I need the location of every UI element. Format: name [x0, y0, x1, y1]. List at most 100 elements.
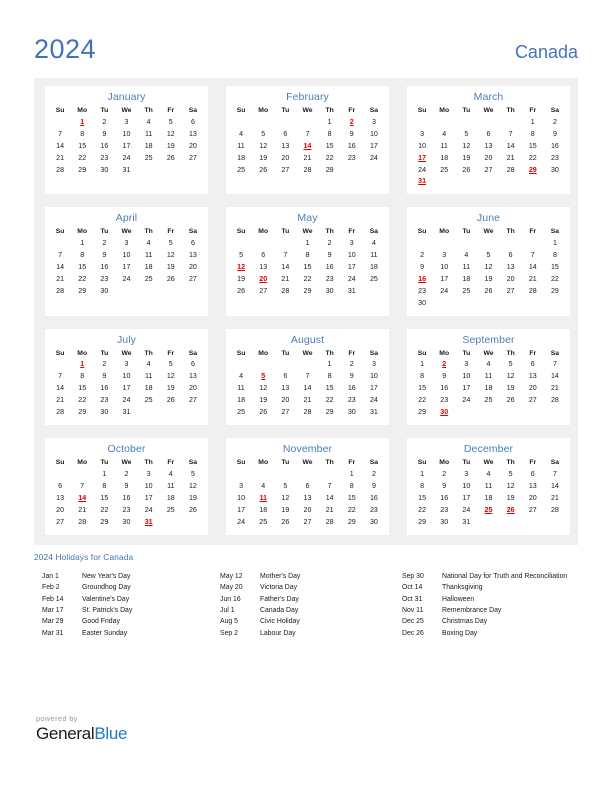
day-cell-holiday[interactable]: 25 — [477, 505, 499, 517]
day-cell[interactable]: 18 — [477, 493, 499, 505]
day-cell[interactable]: 17 — [363, 140, 385, 152]
day-cell[interactable]: 22 — [411, 505, 433, 517]
day-cell[interactable]: 25 — [252, 517, 274, 529]
day-cell[interactable]: 22 — [93, 505, 115, 517]
day-cell[interactable]: 30 — [363, 517, 385, 529]
day-cell-holiday[interactable]: 26 — [500, 505, 522, 517]
day-cell[interactable]: 18 — [160, 493, 182, 505]
day-cell[interactable]: 19 — [455, 152, 477, 164]
day-cell[interactable]: 10 — [138, 481, 160, 493]
day-cell[interactable]: 30 — [93, 164, 115, 176]
day-cell[interactable]: 19 — [252, 395, 274, 407]
day-cell[interactable]: 21 — [522, 274, 544, 286]
day-cell[interactable]: 3 — [455, 469, 477, 481]
day-cell[interactable]: 31 — [115, 164, 137, 176]
day-cell[interactable]: 24 — [115, 152, 137, 164]
day-cell[interactable]: 1 — [319, 359, 341, 371]
day-cell[interactable]: 18 — [252, 505, 274, 517]
day-cell[interactable]: 19 — [500, 383, 522, 395]
day-cell[interactable]: 14 — [522, 262, 544, 274]
day-cell-holiday[interactable]: 1 — [71, 359, 93, 371]
day-cell[interactable]: 1 — [296, 238, 318, 250]
day-cell[interactable]: 19 — [500, 493, 522, 505]
day-cell[interactable]: 6 — [500, 250, 522, 262]
day-cell[interactable]: 19 — [274, 505, 296, 517]
day-cell[interactable]: 4 — [230, 128, 252, 140]
day-cell-holiday[interactable]: 12 — [230, 262, 252, 274]
day-cell[interactable]: 1 — [411, 469, 433, 481]
day-cell[interactable]: 24 — [115, 395, 137, 407]
day-cell[interactable]: 22 — [319, 152, 341, 164]
day-cell[interactable]: 9 — [341, 371, 363, 383]
day-cell[interactable]: 17 — [138, 493, 160, 505]
day-cell[interactable]: 17 — [115, 140, 137, 152]
day-cell[interactable]: 5 — [500, 359, 522, 371]
day-cell[interactable]: 27 — [182, 395, 204, 407]
day-cell[interactable]: 9 — [93, 128, 115, 140]
day-cell[interactable]: 27 — [477, 164, 499, 176]
day-cell[interactable]: 20 — [49, 505, 71, 517]
day-cell[interactable]: 15 — [71, 262, 93, 274]
day-cell[interactable]: 24 — [363, 395, 385, 407]
day-cell[interactable]: 3 — [341, 238, 363, 250]
day-cell[interactable]: 7 — [522, 250, 544, 262]
day-cell[interactable]: 4 — [138, 238, 160, 250]
day-cell[interactable]: 6 — [182, 238, 204, 250]
day-cell[interactable]: 12 — [182, 481, 204, 493]
day-cell[interactable]: 12 — [274, 493, 296, 505]
day-cell[interactable]: 3 — [138, 469, 160, 481]
day-cell[interactable]: 25 — [363, 274, 385, 286]
day-cell[interactable]: 16 — [93, 140, 115, 152]
day-cell[interactable]: 14 — [49, 383, 71, 395]
day-cell[interactable]: 12 — [500, 481, 522, 493]
day-cell[interactable]: 5 — [230, 250, 252, 262]
day-cell[interactable]: 13 — [182, 371, 204, 383]
day-cell[interactable]: 5 — [477, 250, 499, 262]
day-cell[interactable]: 20 — [182, 262, 204, 274]
day-cell[interactable]: 17 — [115, 383, 137, 395]
day-cell[interactable]: 10 — [455, 371, 477, 383]
day-cell[interactable]: 15 — [71, 383, 93, 395]
day-cell[interactable]: 12 — [160, 371, 182, 383]
day-cell[interactable]: 18 — [138, 383, 160, 395]
day-cell[interactable]: 19 — [160, 262, 182, 274]
day-cell[interactable]: 13 — [274, 383, 296, 395]
day-cell[interactable]: 28 — [500, 164, 522, 176]
day-cell[interactable]: 3 — [115, 359, 137, 371]
day-cell[interactable]: 1 — [341, 469, 363, 481]
day-cell[interactable]: 31 — [363, 407, 385, 419]
day-cell[interactable]: 13 — [252, 262, 274, 274]
day-cell[interactable]: 24 — [455, 395, 477, 407]
day-cell[interactable]: 16 — [433, 493, 455, 505]
day-cell[interactable]: 31 — [341, 286, 363, 298]
day-cell-holiday[interactable]: 14 — [296, 140, 318, 152]
day-cell[interactable]: 20 — [500, 274, 522, 286]
day-cell[interactable]: 2 — [319, 238, 341, 250]
day-cell[interactable]: 24 — [455, 505, 477, 517]
day-cell-holiday[interactable]: 29 — [522, 164, 544, 176]
day-cell[interactable]: 13 — [522, 481, 544, 493]
day-cell[interactable]: 13 — [296, 493, 318, 505]
day-cell[interactable]: 16 — [341, 140, 363, 152]
day-cell[interactable]: 25 — [138, 274, 160, 286]
day-cell[interactable]: 1 — [71, 238, 93, 250]
day-cell[interactable]: 20 — [296, 505, 318, 517]
day-cell[interactable]: 1 — [411, 359, 433, 371]
day-cell[interactable]: 23 — [93, 152, 115, 164]
day-cell[interactable]: 26 — [160, 395, 182, 407]
day-cell[interactable]: 19 — [230, 274, 252, 286]
day-cell[interactable]: 2 — [93, 359, 115, 371]
day-cell[interactable]: 18 — [230, 152, 252, 164]
day-cell[interactable]: 11 — [363, 250, 385, 262]
generalblue-logo[interactable]: GeneralBlue — [36, 725, 128, 742]
day-cell[interactable]: 13 — [500, 262, 522, 274]
day-cell[interactable]: 16 — [363, 493, 385, 505]
day-cell[interactable]: 26 — [160, 152, 182, 164]
day-cell[interactable]: 20 — [477, 152, 499, 164]
day-cell[interactable]: 2 — [544, 116, 566, 128]
day-cell[interactable]: 29 — [411, 407, 433, 419]
day-cell[interactable]: 23 — [93, 395, 115, 407]
day-cell[interactable]: 19 — [252, 152, 274, 164]
day-cell[interactable]: 11 — [230, 140, 252, 152]
day-cell[interactable]: 29 — [71, 164, 93, 176]
